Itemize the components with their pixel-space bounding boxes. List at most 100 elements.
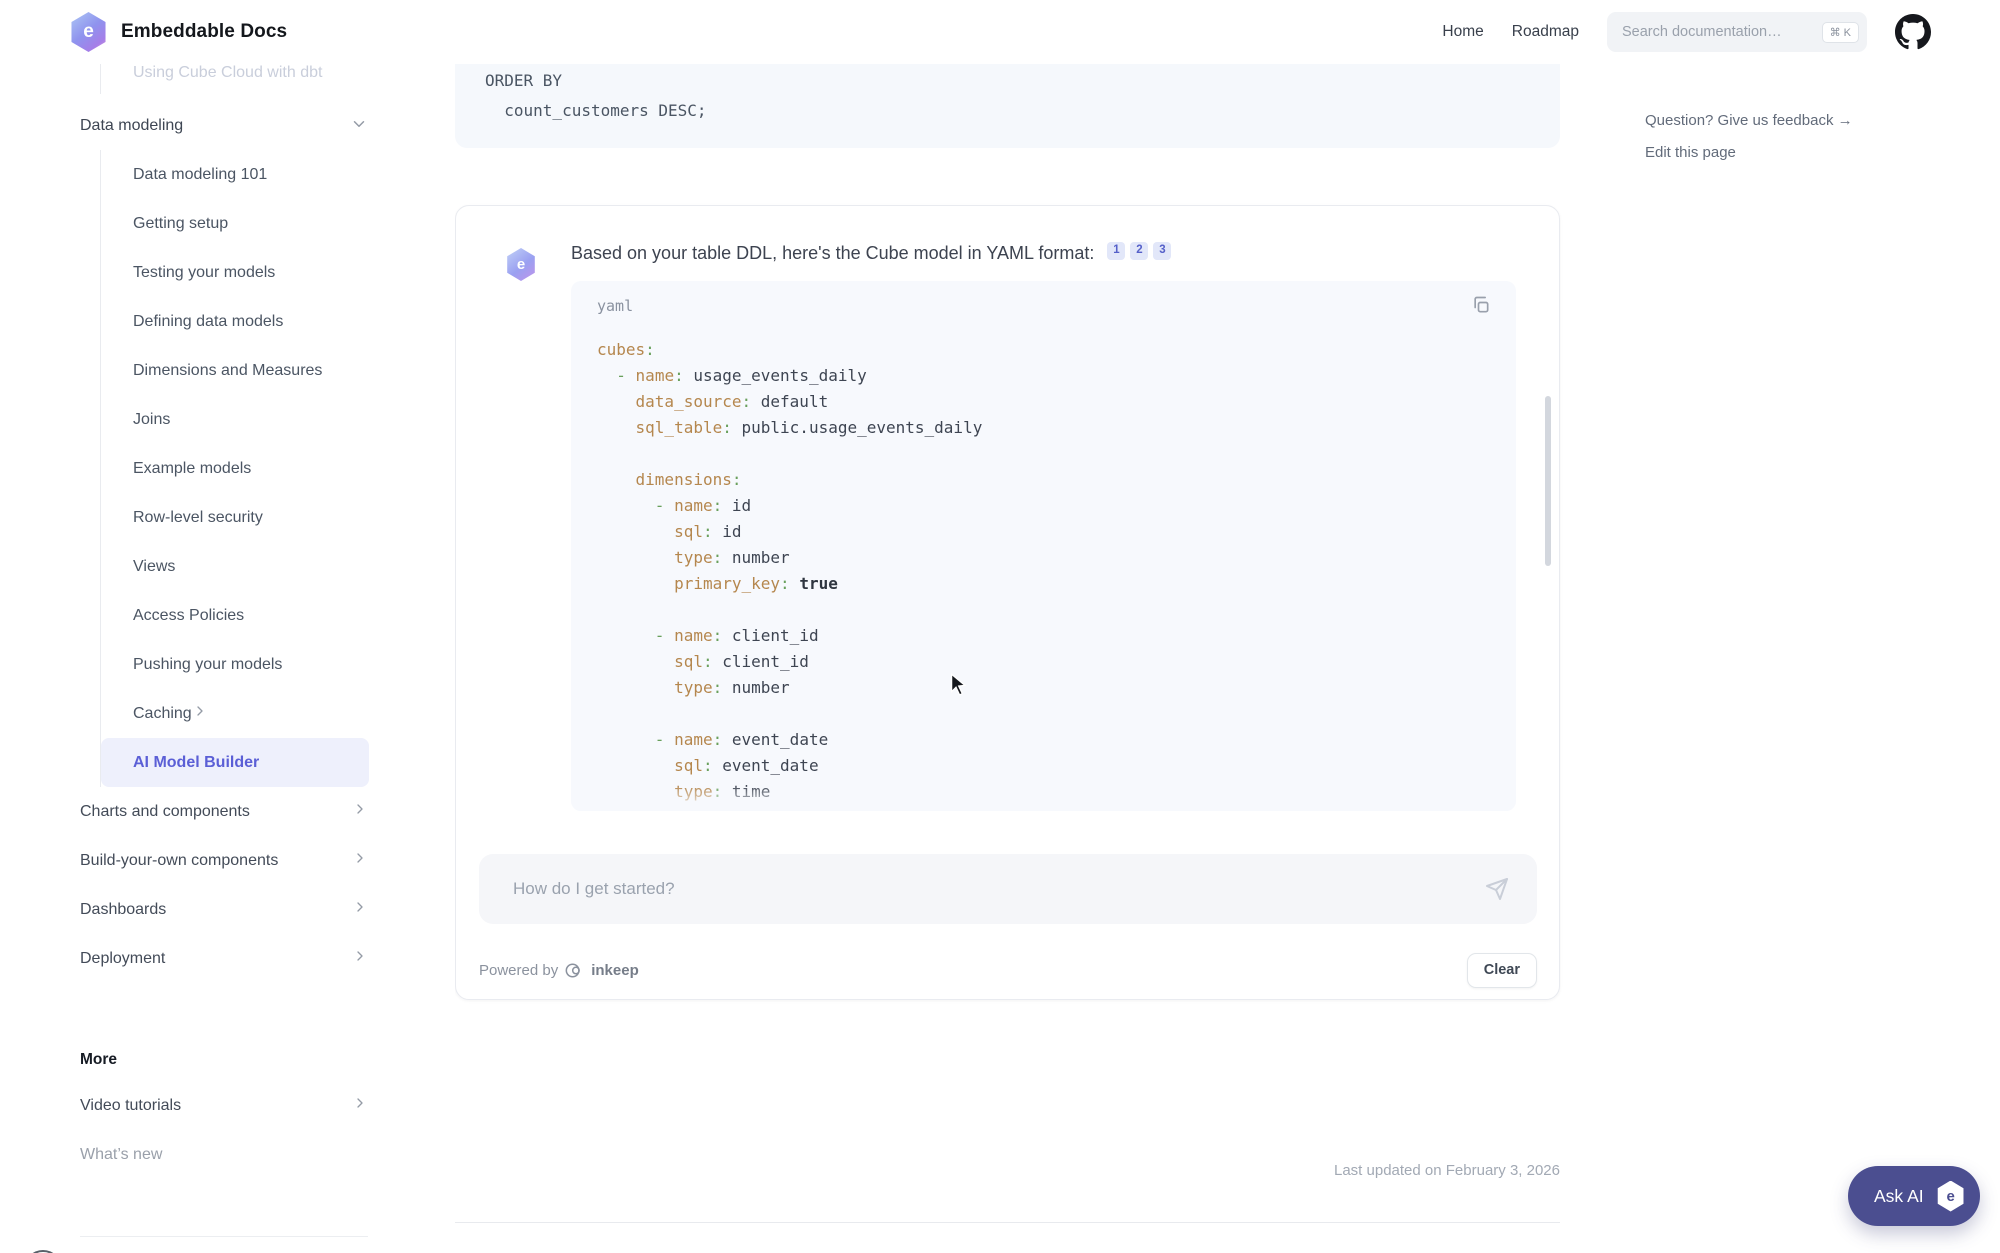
edit-page-link[interactable]: Edit this page <box>1645 144 1853 161</box>
sidebar-item-label: Getting setup <box>133 214 229 232</box>
sidebar-item-joins[interactable]: Joins <box>101 395 369 444</box>
yaml-code-line <box>597 441 1516 467</box>
chat-footer: Powered by inkeep Clear <box>479 948 1537 992</box>
nav-link-roadmap[interactable]: Roadmap <box>1512 23 1579 41</box>
sidebar-item-what-s-new[interactable]: What’s new <box>80 1130 368 1179</box>
powered-by: Powered by inkeep <box>479 961 639 980</box>
ask-ai-label: Ask AI <box>1874 1185 1924 1206</box>
sidebar-item-charts-and-components[interactable]: Charts and components <box>80 787 368 836</box>
inkeep-label: inkeep <box>591 961 639 979</box>
sidebar-item-defining-data-models[interactable]: Defining data models <box>101 297 369 346</box>
embeddable-logo-icon: e <box>71 12 106 52</box>
sidebar-item-label: What’s new <box>80 1145 163 1163</box>
sidebar-item-deployment[interactable]: Deployment <box>80 934 368 983</box>
ai-avatar-icon: e <box>507 248 535 281</box>
ask-ai-button[interactable]: Ask AI e <box>1848 1166 1980 1226</box>
sidebar-divider <box>80 1236 368 1237</box>
sidebar-more-list: Video tutorials What’s new <box>80 1081 455 1179</box>
sql-code-line: ORDER BY <box>485 71 563 90</box>
right-rail: Question? Give us feedback → Edit this p… <box>1645 112 1853 161</box>
sidebar-item-label: Views <box>133 557 176 575</box>
sidebar-item-data-modeling-101[interactable]: Data modeling 101 <box>101 150 369 199</box>
yaml-code-line: - name: id <box>654 496 752 515</box>
citation-badges: 123 <box>1107 241 1176 263</box>
copy-button[interactable] <box>1470 295 1492 317</box>
sql-code-lines: ORDER BY count_customers DESC; <box>485 66 1560 126</box>
sidebar-group-data-modeling[interactable]: Data modeling <box>80 102 368 150</box>
ask-ai-logo-icon: e <box>1937 1180 1964 1212</box>
yaml-code-line: data_source: default <box>635 392 829 411</box>
sidebar-item-views[interactable]: Views <box>101 542 369 591</box>
citation-badge[interactable]: 2 <box>1130 241 1149 260</box>
sidebar-item-label: Deployment <box>80 949 166 967</box>
sidebar-item-dashboards[interactable]: Dashboards <box>80 885 368 934</box>
sidebar-item-caching[interactable]: Caching <box>101 689 369 738</box>
search-shortcut-badge: ⌘ K <box>1821 21 1859 43</box>
nav-links: Home Roadmap <box>1442 23 1579 41</box>
sidebar-item-label: Pushing your models <box>133 655 283 673</box>
sidebar-item-label: Dashboards <box>80 900 167 918</box>
brand-link[interactable]: e Embeddable Docs <box>70 12 287 52</box>
sidebar-sub-list: Data modeling 101 Getting setup Testing yo… <box>100 150 455 787</box>
chat-input[interactable]: How do I get started? <box>479 854 1537 924</box>
code-language-label: yaml <box>597 297 634 315</box>
last-updated: Last updated on February 3, 2026 <box>1334 1162 1560 1179</box>
sidebar-item-label: Caching <box>133 704 192 722</box>
footer-divider <box>455 1222 1560 1223</box>
chat-scrollbar[interactable] <box>1545 396 1551 566</box>
yaml-code-line <box>597 701 1516 727</box>
yaml-code-line: dimensions: <box>635 470 742 489</box>
yaml-code-lines: cubes: - name: usage_events_daily data_s… <box>571 337 1516 805</box>
sidebar-group-label: Data modeling <box>80 117 184 134</box>
sidebar-item-label: Defining data models <box>133 312 284 330</box>
sidebar-item-getting-setup[interactable]: Getting setup <box>101 199 369 248</box>
sidebar-item-label: Build-your-own components <box>80 851 279 869</box>
yaml-code-line: sql: id <box>674 522 742 541</box>
sidebar-item-label: Charts and components <box>80 802 250 820</box>
sql-code-line: count_customers DESC; <box>485 101 707 120</box>
yaml-code-line: sql_table: public.usage_events_daily <box>635 418 983 437</box>
citation-badge[interactable]: 1 <box>1107 241 1126 260</box>
sidebar-top-list: Charts and components Build-your-own comp… <box>80 787 455 983</box>
inkeep-logo-icon <box>565 961 584 980</box>
sidebar-item-label: Access Policies <box>133 606 245 624</box>
sidebar-item-label: Dimensions and Measures <box>133 361 323 379</box>
yaml-code-line: type: number <box>674 548 790 567</box>
sidebar-item-dimensions-and-measures[interactable]: Dimensions and Measures <box>101 346 369 395</box>
sidebar-item-label: Video tutorials <box>80 1096 182 1114</box>
search-input[interactable]: Search documentation… ⌘ K <box>1607 12 1867 52</box>
sidebar-item-video-tutorials[interactable]: Video tutorials <box>80 1081 368 1130</box>
sidebar-item-label: AI Model Builder <box>133 753 260 771</box>
yaml-code-line: - name: event_date <box>654 730 829 749</box>
ai-message-text: Based on your table DDL, here's the Cube… <box>571 243 1095 263</box>
sidebar-item-access-policies[interactable]: Access Policies <box>101 591 369 640</box>
sidebar-more-header: More <box>80 1051 118 1068</box>
sidebar-item-ai-model-builder[interactable]: AI Model Builder <box>101 738 369 787</box>
sidebar-item-example-models[interactable]: Example models <box>101 444 369 493</box>
yaml-code-line: sql: client_id <box>674 652 809 671</box>
sidebar-prev-group: Using Cube Cloud with dbt <box>100 64 455 94</box>
yaml-code-line: cubes: <box>597 340 655 359</box>
sidebar-item-label: Row-level security <box>133 508 263 526</box>
clear-button[interactable]: Clear <box>1466 952 1537 988</box>
sidebar-item-row-level-security[interactable]: Row-level security <box>101 493 369 542</box>
send-icon[interactable] <box>1485 877 1509 901</box>
code-fade-overlay <box>571 785 1516 811</box>
yaml-code-line: type: number <box>674 678 790 697</box>
sidebar-item-label: Joins <box>133 410 171 428</box>
sidebar-item-label: Testing your models <box>133 263 276 281</box>
nav-link-home[interactable]: Home <box>1442 23 1483 41</box>
yaml-code-line <box>597 597 1516 623</box>
sidebar-item-using-cube-cloud-with-dbt[interactable]: Using Cube Cloud with dbt <box>101 64 369 94</box>
brand-title: Embeddable Docs <box>121 21 288 42</box>
header: e Embeddable Docs Home Roadmap Search doc… <box>0 0 2000 64</box>
sidebar-item-testing-your-models[interactable]: Testing your models <box>101 248 369 297</box>
sidebar-item-pushing-your-models[interactable]: Pushing your models <box>101 640 369 689</box>
yaml-code-block: yaml cubes: - name: usage_events_daily d… <box>571 281 1516 811</box>
ai-chat-card: e Based on your table DDL, here's the Cu… <box>455 205 1560 1000</box>
citation-badge[interactable]: 3 <box>1153 241 1172 260</box>
feedback-link[interactable]: Question? Give us feedback → <box>1645 112 1853 129</box>
sidebar-item-build-your-own-components[interactable]: Build-your-own components <box>80 836 368 885</box>
yaml-code-line: primary_key: true <box>674 574 838 593</box>
github-icon[interactable] <box>1895 14 1932 51</box>
